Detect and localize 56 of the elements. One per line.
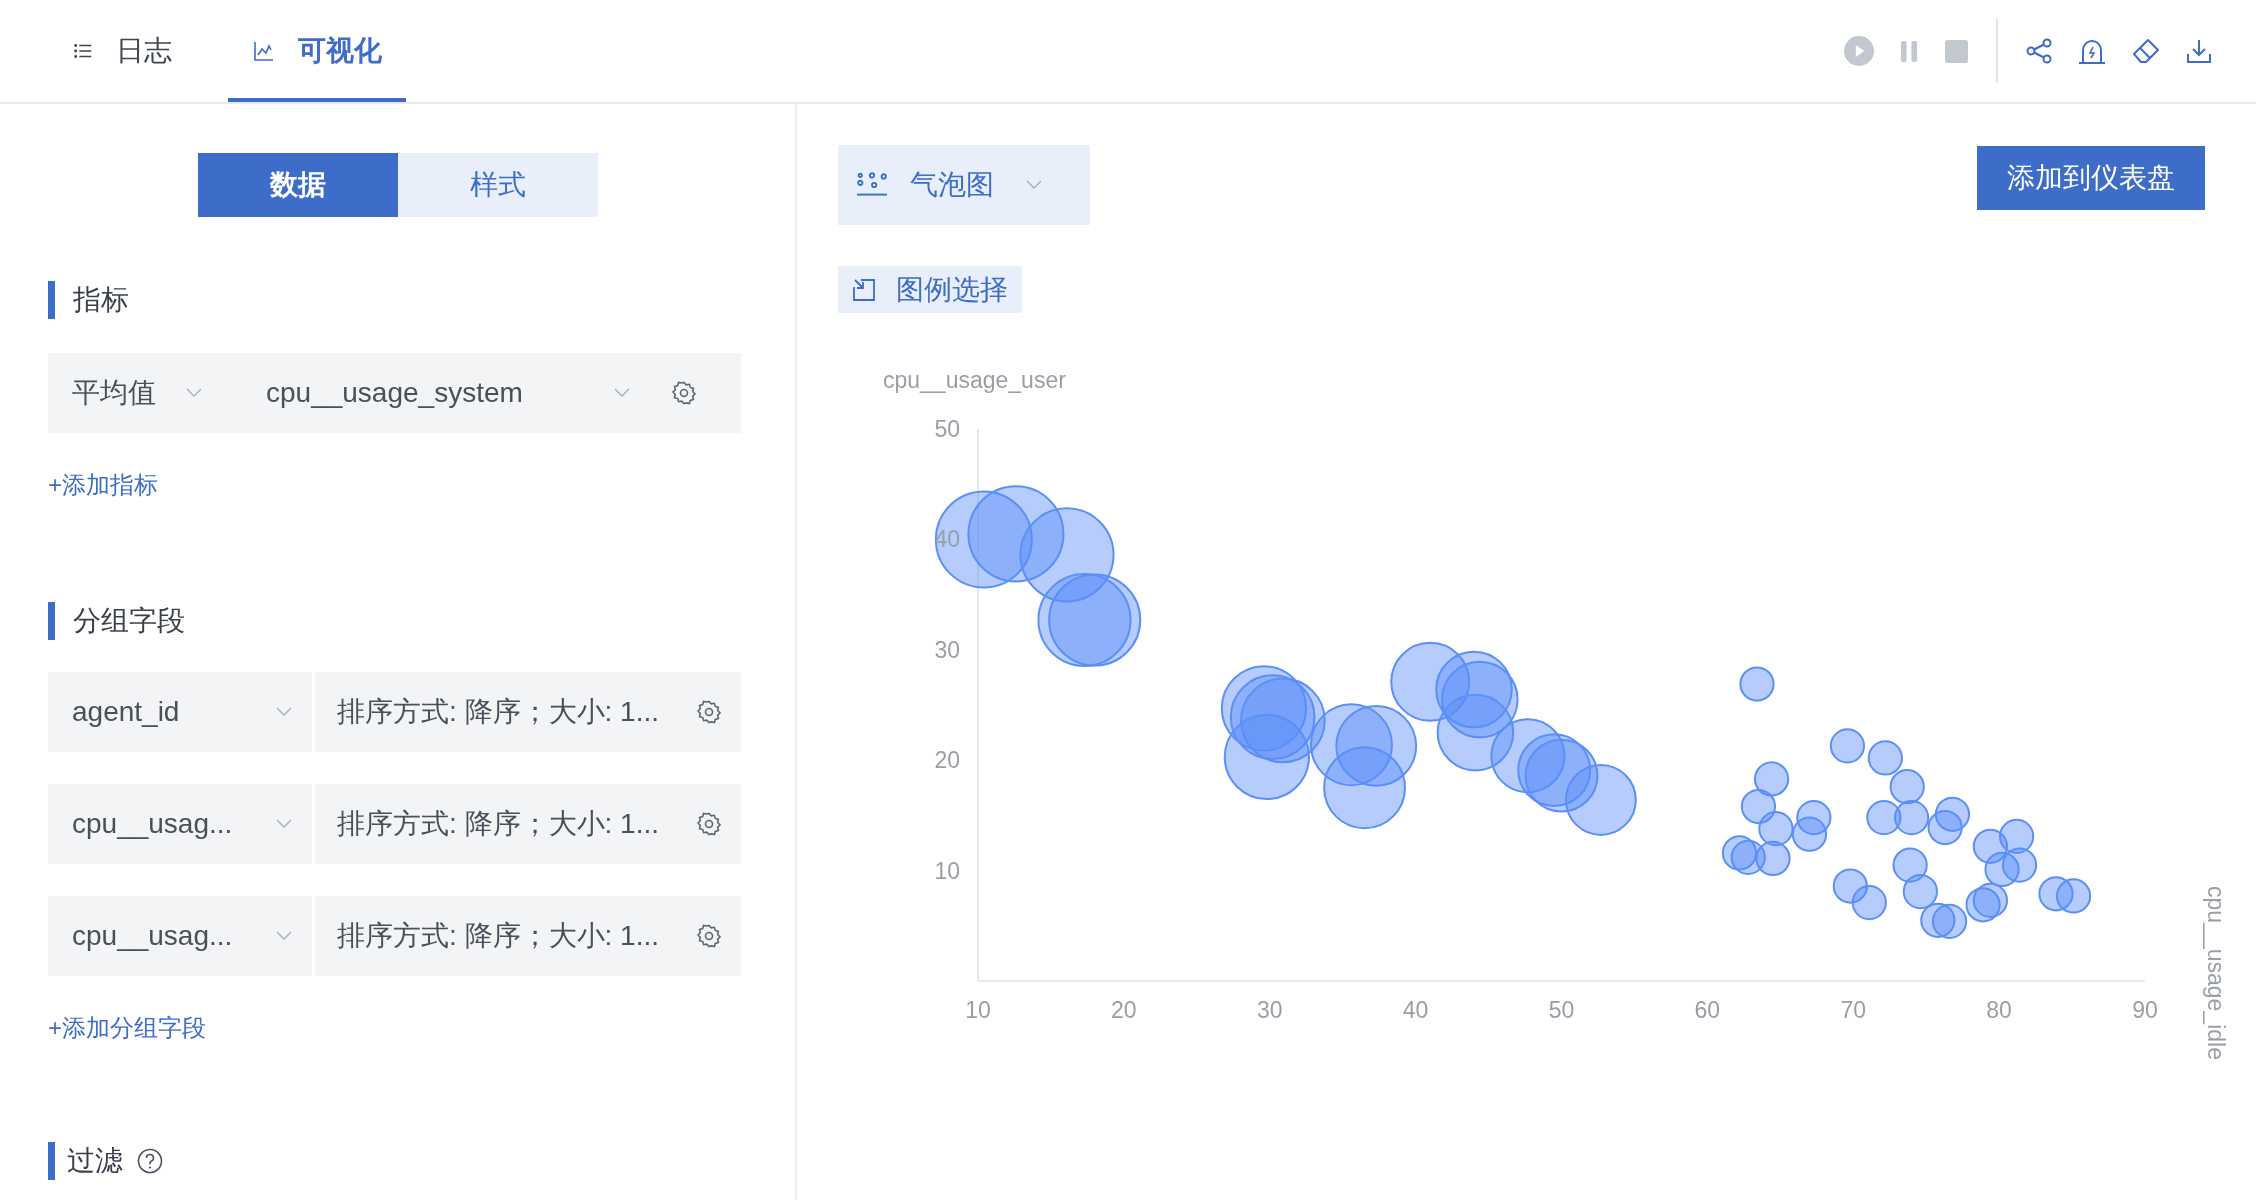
section-title: 指标 <box>73 283 129 317</box>
settings-icon[interactable] <box>697 812 721 836</box>
chevron-down-icon <box>614 388 630 398</box>
add-to-dashboard-button[interactable]: 添加到仪表盘 <box>1977 146 2205 210</box>
aggregate-dropdown[interactable]: 平均值 <box>48 353 218 433</box>
x-tick-label: 40 <box>1402 997 1429 1023</box>
chevron-down-icon <box>1026 180 1042 190</box>
chevron-down-icon <box>276 819 292 829</box>
legend-select-button[interactable]: 图例选择 <box>838 266 1022 313</box>
help-icon[interactable] <box>137 1148 163 1174</box>
y-tick-label: 10 <box>934 857 960 884</box>
size-axis-title: cpu__usage_idle <box>2203 886 2229 1060</box>
view-tab[interactable]: 日志 <box>48 0 196 102</box>
panel-tab[interactable]: 数据 <box>197 153 398 217</box>
alarm-light-icon[interactable] <box>2078 37 2106 65</box>
settings-icon[interactable] <box>697 924 721 948</box>
line-chart-icon <box>252 39 276 63</box>
panel-tab[interactable]: 样式 <box>397 153 598 217</box>
view-tab[interactable]: 可视化 <box>228 0 406 102</box>
sort-options-field[interactable]: 排序方式: 降序；大小: 1... <box>315 672 741 752</box>
settings-icon[interactable] <box>672 381 696 405</box>
add-group-field-link[interactable]: +添加分组字段 <box>48 1012 206 1044</box>
x-tick-label: 20 <box>1111 997 1137 1023</box>
section-marker <box>48 1142 55 1180</box>
x-tick-label: 30 <box>1256 997 1283 1023</box>
group-field-dropdown[interactable]: cpu__usag... <box>48 784 312 864</box>
chevron-down-icon <box>276 931 292 941</box>
group-field-dropdown[interactable]: cpu__usag... <box>48 896 312 976</box>
sort-options-field[interactable]: 排序方式: 降序；大小: 1... <box>315 896 741 976</box>
field-dropdown[interactable]: cpu__usage_system <box>218 353 658 433</box>
x-tick-label: 50 <box>1548 997 1575 1023</box>
y-axis-title: cpu__usage_user <box>883 367 1066 393</box>
chart-type-dropdown[interactable]: 气泡图 <box>838 145 1090 225</box>
group-field-dropdown[interactable]: agent_id <box>48 672 312 752</box>
share-icon[interactable] <box>2026 38 2052 64</box>
x-tick-label: 90 <box>2132 997 2158 1023</box>
section-marker <box>48 281 55 319</box>
sort-options-field[interactable]: 排序方式: 降序；大小: 1... <box>315 784 741 864</box>
x-tick-label: 10 <box>965 997 991 1023</box>
y-tick-label: 30 <box>934 636 960 663</box>
chevron-down-icon <box>186 388 202 398</box>
eraser-icon[interactable] <box>2132 37 2160 65</box>
y-tick-label: 50 <box>934 416 960 442</box>
x-tick-label: 80 <box>1986 997 2012 1023</box>
select-box-icon <box>852 277 876 302</box>
add-metric-link[interactable]: +添加指标 <box>48 469 158 501</box>
settings-icon[interactable] <box>697 700 721 724</box>
download-icon[interactable] <box>2186 38 2212 64</box>
bubble-chart-icon <box>856 172 888 198</box>
section-title: 分组字段 <box>73 604 185 638</box>
x-tick-label: 70 <box>1840 997 1867 1023</box>
section-title: 过滤 <box>67 1144 123 1178</box>
x-tick-label: 60 <box>1694 997 1721 1023</box>
section-marker <box>48 602 55 640</box>
chevron-down-icon <box>276 707 292 717</box>
y-tick-label: 20 <box>934 747 960 774</box>
